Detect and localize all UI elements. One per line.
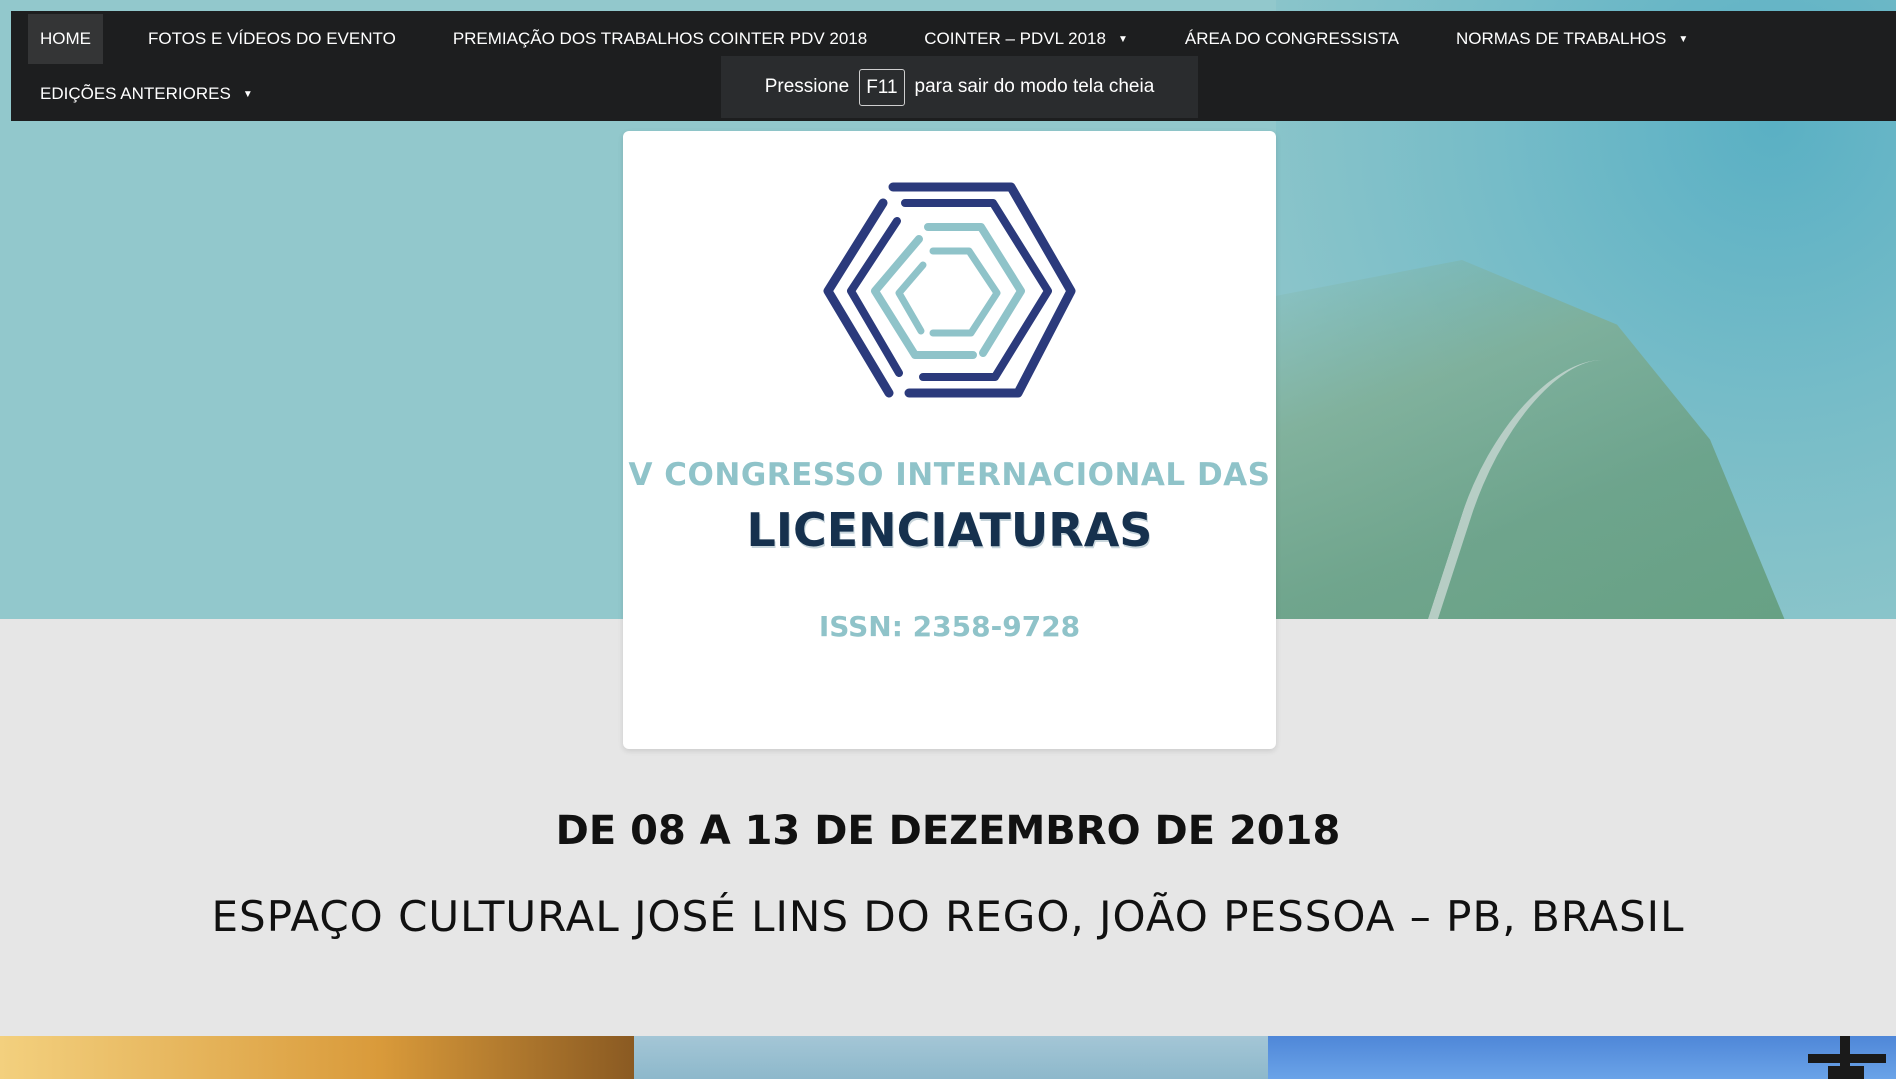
event-location: ESPAÇO CULTURAL JOSÉ LINS DO REGO, JOÃO … (211, 892, 1685, 941)
nav-item-home[interactable]: HOME (28, 14, 103, 64)
nav-item-label: ÁREA DO CONGRESSISTA (1184, 29, 1399, 48)
logo-card: V CONGRESSO INTERNACIONAL DAS LICENCIATU… (623, 131, 1276, 749)
nav-item-label: HOME (40, 29, 91, 48)
nav-item-edicoes-anteriores[interactable]: EDIÇÕES ANTERIORES ▼ (28, 69, 265, 119)
gallery-photo-sunset[interactable] (0, 1036, 634, 1079)
nav-item-label: EDIÇÕES ANTERIORES (40, 84, 231, 103)
tip-prefix: Pressione (764, 76, 850, 97)
cross-silhouette-icon (1808, 1036, 1886, 1079)
fullscreen-exit-tip: Pressione F11 para sair do modo tela che… (721, 56, 1198, 118)
photo-gallery-strip (0, 1036, 1896, 1079)
nav-row-2: EDIÇÕES ANTERIORES ▼ (28, 69, 298, 119)
gallery-photo-coast[interactable] (634, 1036, 1268, 1079)
nav-item-label: COINTER – PDVL 2018 (924, 29, 1106, 48)
nav-item-fotos-videos[interactable]: FOTOS E VÍDEOS DO EVENTO (136, 14, 408, 64)
f11-key-badge: F11 (859, 68, 905, 106)
caret-down-icon: ▼ (242, 88, 253, 100)
nav-item-label: NORMAS DE TRABALHOS (1456, 29, 1667, 48)
event-date: DE 08 A 13 DE DEZEMBRO DE 2018 (555, 808, 1341, 854)
congress-title-line2: LICENCIATURAS (746, 503, 1153, 557)
nav-item-area-congressista[interactable]: ÁREA DO CONGRESSISTA (1173, 14, 1411, 64)
tip-suffix: para sair do modo tela cheia (914, 76, 1155, 97)
nav-item-normas-trabalhos[interactable]: NORMAS DE TRABALHOS ▼ (1444, 14, 1700, 64)
issn-label: ISSN: 2358-9728 (818, 610, 1081, 643)
congress-title-line1: V CONGRESSO INTERNACIONAL DAS (628, 457, 1271, 493)
caret-down-icon: ▼ (1678, 33, 1689, 45)
caret-down-icon: ▼ (1117, 33, 1128, 45)
nav-item-label: FOTOS E VÍDEOS DO EVENTO (148, 29, 396, 48)
hexagon-logo-icon (823, 182, 1076, 398)
gallery-photo-monument[interactable] (1268, 1036, 1896, 1079)
nav-item-label: PREMIAÇÃO DOS TRABALHOS COINTER PDV 2018 (452, 29, 868, 48)
